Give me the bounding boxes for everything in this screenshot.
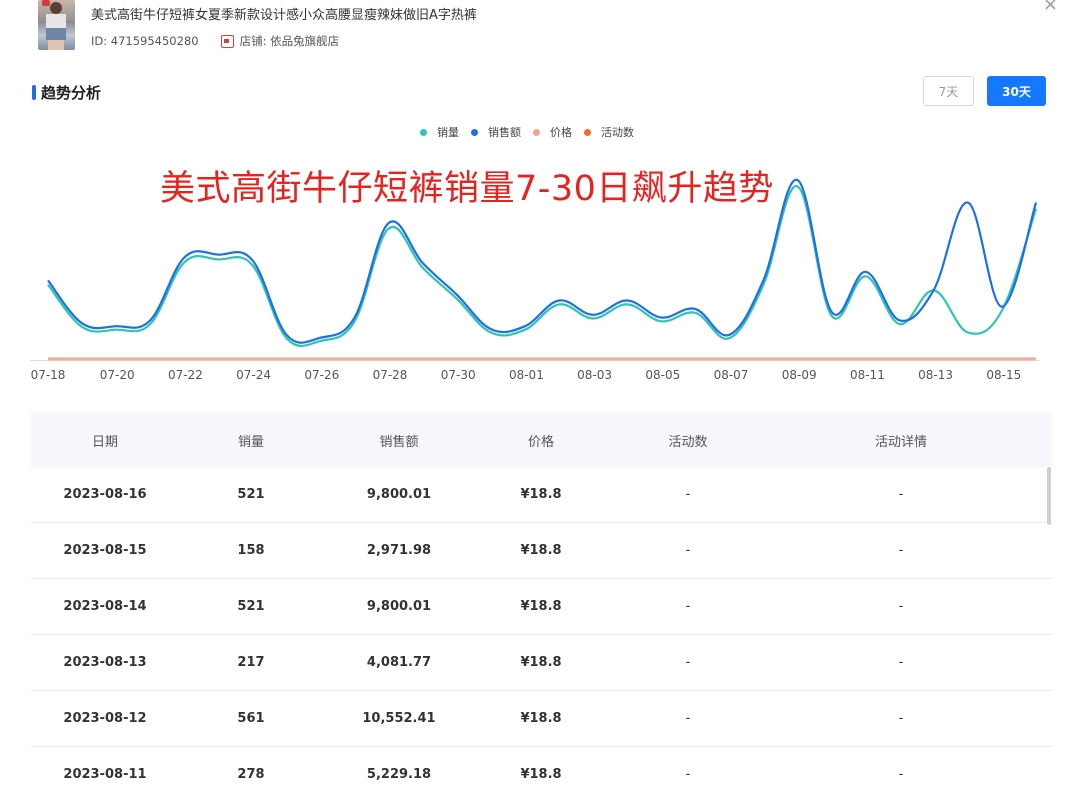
x-tick-label: 08-07: [714, 368, 749, 382]
x-tick-label: 08-15: [986, 368, 1021, 382]
section-title-text: 趋势分析: [41, 84, 102, 102]
x-tick-label: 07-18: [31, 368, 66, 382]
cell-price: ¥18.8: [520, 599, 562, 614]
table-row[interactable]: 2023-08-12 561 10,552.41 ¥18.8 - -: [31, 691, 1052, 747]
cell-sales-qty: 217: [237, 655, 265, 670]
section-title: 趋势分析: [32, 82, 101, 103]
x-tick-label: 08-09: [782, 368, 817, 382]
x-tick-label: 08-03: [577, 368, 612, 382]
close-icon[interactable]: ×: [1043, 0, 1058, 15]
legend-sales-qty[interactable]: 销量: [420, 124, 459, 140]
overlay-title: 美式高街牛仔短裤销量7-30日飙升趋势: [160, 169, 774, 209]
x-tick-label: 07-28: [373, 368, 408, 382]
cell-date: 2023-08-14: [63, 599, 147, 614]
x-tick-label: 07-26: [304, 368, 339, 382]
range-7-days-button[interactable]: 7天: [923, 76, 974, 106]
cell-sales-amount: 9,800.01: [366, 599, 432, 614]
cell-date: 2023-08-12: [63, 711, 147, 726]
cell-sales-amount: 5,229.18: [366, 767, 432, 782]
cell-activity-count: -: [685, 655, 691, 670]
legend-label-sales-qty: 销量: [437, 126, 459, 139]
cell-price: ¥18.8: [520, 711, 562, 726]
header-sales-qty: 销量: [237, 434, 264, 450]
x-tick-label: 08-01: [509, 368, 544, 382]
data-table-viewport[interactable]: 日期 销量 销售额 价格 活动数 活动详情 2023-08-16 521 9,800…: [31, 413, 1052, 782]
table-row[interactable]: 2023-08-13 217 4,081.77 ¥18.8 - -: [31, 635, 1052, 691]
cell-price: ¥18.8: [520, 487, 562, 502]
product-header: 美式高街牛仔短裤女夏季新款设计感小众高腰显瘦辣妹做旧A字热裤 ID: 47159…: [38, 0, 1018, 56]
cell-price: ¥18.8: [520, 655, 562, 670]
header-date: 日期: [91, 434, 118, 450]
section-accent-bar: [32, 85, 36, 100]
shop-icon: [220, 34, 234, 48]
cell-sales-amount: 4,081.77: [366, 655, 432, 670]
legend-dot-activity: [584, 128, 591, 136]
table-body: 2023-08-16 521 9,800.01 ¥18.8 - - 2023-08-15 15…: [31, 467, 1052, 782]
x-tick-label: 07-24: [236, 368, 271, 382]
cell-price: ¥18.8: [520, 543, 562, 558]
cell-date: 2023-08-11: [63, 767, 147, 782]
cell-activity-count: -: [685, 543, 691, 558]
cell-price: ¥18.8: [520, 767, 562, 782]
chart-legend: 销量 销售额 价格 活动数: [420, 124, 646, 140]
table-row[interactable]: 2023-08-16 521 9,800.01 ¥18.8 - -: [31, 467, 1052, 523]
cell-sales-qty: 521: [237, 487, 265, 502]
x-tick-label: 07-22: [168, 368, 203, 382]
cell-sales-amount: 2,971.98: [366, 543, 432, 558]
cell-sales-amount: 9,800.01: [366, 487, 432, 502]
product-title: 美式高街牛仔短裤女夏季新款设计感小众高腰显瘦辣妹做旧A字热裤: [91, 8, 477, 23]
header-price: 价格: [527, 434, 554, 450]
cell-activity-details: -: [898, 487, 904, 502]
x-tick-label: 08-05: [645, 368, 680, 382]
legend-dot-sales-qty: [420, 128, 427, 136]
cell-activity-count: -: [685, 711, 691, 726]
shop-name[interactable]: 店铺: 依品兔旗舰店: [240, 33, 340, 49]
product-id: ID: 471595450280: [91, 34, 199, 48]
cell-activity-details: -: [898, 655, 904, 670]
legend-sales-amount[interactable]: 销售额: [471, 124, 521, 140]
header-sales-amount: 销售额: [379, 434, 419, 450]
cell-sales-qty: 521: [237, 599, 265, 614]
cell-activity-count: -: [685, 487, 691, 502]
legend-dot-price: [533, 128, 540, 136]
cell-activity-details: -: [898, 711, 904, 726]
x-tick-label: 07-20: [100, 368, 135, 382]
cell-date: 2023-08-15: [63, 543, 147, 558]
x-tick-label: 08-11: [850, 368, 885, 382]
legend-dot-sales-amount: [471, 128, 478, 136]
legend-label-sales-amount: 销售额: [488, 126, 521, 139]
table-scrollbar[interactable]: [1047, 467, 1051, 525]
cell-activity-count: -: [685, 599, 691, 614]
x-tick-label: 08-13: [918, 368, 953, 382]
legend-label-activity: 活动数: [601, 126, 634, 139]
cell-activity-details: -: [898, 543, 904, 558]
header-activity-count: 活动数: [668, 434, 708, 450]
cell-activity-details: -: [898, 767, 904, 782]
product-thumbnail: [38, 0, 75, 50]
cell-activity-count: -: [685, 767, 691, 782]
table-row[interactable]: 2023-08-14 521 9,800.01 ¥18.8 - -: [31, 579, 1052, 635]
table-header: 日期 销量 销售额 价格 活动数 活动详情: [31, 413, 1052, 467]
range-30-days-button[interactable]: 30天: [987, 76, 1046, 106]
header-activity-details: 活动详情: [874, 434, 927, 450]
product-meta: ID: 471595450280 店铺: 依品兔旗舰店: [91, 33, 339, 49]
cell-sales-qty: 158: [237, 543, 265, 558]
x-tick-label: 07-30: [441, 368, 476, 382]
table-row[interactable]: 2023-08-15 158 2,971.98 ¥18.8 - -: [31, 523, 1052, 579]
cell-date: 2023-08-16: [63, 487, 147, 502]
cell-sales-qty: 278: [237, 767, 265, 782]
legend-label-price: 价格: [550, 126, 572, 139]
cell-sales-qty: 561: [237, 711, 265, 726]
legend-activity[interactable]: 活动数: [584, 124, 634, 140]
legend-price[interactable]: 价格: [533, 124, 572, 140]
cell-date: 2023-08-13: [63, 655, 147, 670]
table-row[interactable]: 2023-08-11 278 5,229.18 ¥18.8 - -: [31, 747, 1052, 782]
cell-sales-amount: 10,552.41: [362, 711, 436, 726]
cell-activity-details: -: [898, 599, 904, 614]
